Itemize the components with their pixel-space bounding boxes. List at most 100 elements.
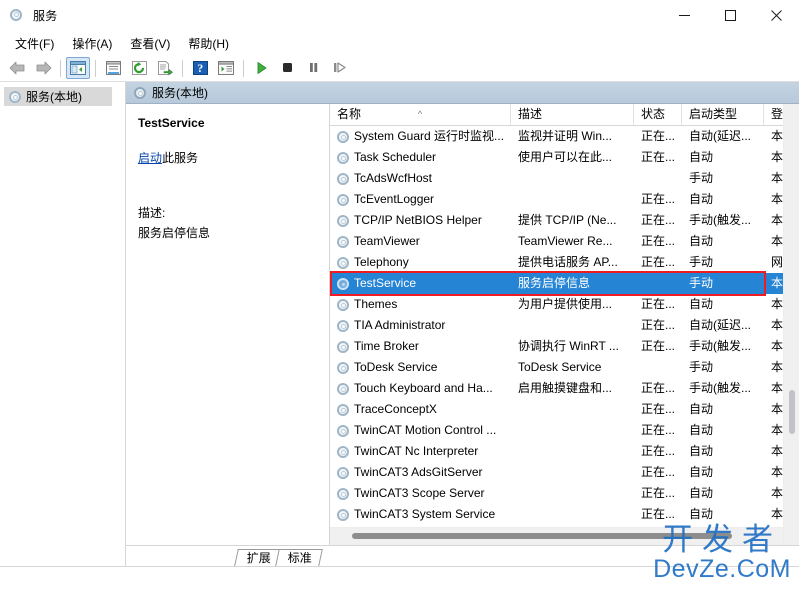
stop-service-button[interactable]: [275, 57, 299, 79]
toolbar-separator: [182, 59, 183, 77]
cell-status: 正在...: [641, 381, 676, 395]
cell-status: 正在...: [641, 234, 676, 248]
forward-button[interactable]: [31, 57, 55, 79]
table-row[interactable]: Themes为用户提供使用...正在...自动本地: [330, 294, 799, 315]
refresh-button[interactable]: [127, 57, 151, 79]
cell-description: 提供电话服务 AP...: [518, 255, 618, 269]
table-row[interactable]: Touch Keyboard and Ha... 启用触摸键盘和... 正在... 手…: [330, 378, 799, 399]
table-row[interactable]: TcEventLogger正在...自动本地: [330, 189, 799, 210]
service-details-pane: TestService 启动此服务 描述: 服务启停信息: [126, 104, 330, 545]
table-row[interactable]: TraceConceptX正在...自动本地: [330, 399, 799, 420]
services-gear-icon: [336, 361, 349, 374]
services-gear-icon: [336, 340, 349, 353]
cell-startup: 自动: [689, 234, 714, 248]
menu-view[interactable]: 查看(V): [121, 32, 179, 55]
column-header-description[interactable]: 描述: [511, 104, 634, 125]
cell-startup: 自动(延迟...: [689, 129, 751, 143]
maximize-button[interactable]: [707, 0, 753, 31]
service-name-text: TwinCAT3 AdsGitServer: [354, 465, 483, 479]
menu-file[interactable]: 文件(F): [6, 32, 63, 55]
main-area: 服务(本地) 服务(本地) TestService 启动此服务 描述: 服务启停…: [0, 82, 799, 566]
service-name-text: TeamViewer: [354, 234, 420, 248]
horizontal-scrollbar-thumb[interactable]: [352, 533, 732, 539]
service-name-text: TraceConceptX: [354, 402, 437, 416]
table-row[interactable]: System Guard 运行时监视... 监视并证明 Win... 正在... 自动…: [330, 126, 799, 147]
toolbar: ?: [0, 55, 799, 82]
help-button[interactable]: ?: [188, 57, 212, 79]
cell-description: 启用触摸键盘和...: [518, 381, 613, 395]
table-row[interactable]: TIA Administrator正在...自动(延迟...本地: [330, 315, 799, 336]
cell-name: TwinCAT Nc Interpreter: [330, 441, 511, 462]
services-gear-icon: [336, 424, 349, 437]
service-name-text: TcAdsWcfHost: [354, 171, 433, 185]
description-text: 服务启停信息: [138, 226, 211, 240]
cell-status: 正在...: [641, 318, 676, 332]
table-row[interactable]: Task Scheduler使用户可以在此...正在...自动本地: [330, 147, 799, 168]
cell-status: 正在...: [641, 465, 676, 479]
cell-status: 正在...: [641, 213, 676, 227]
export-list-button[interactable]: [153, 57, 177, 79]
tab-standard[interactable]: 标准: [275, 549, 323, 566]
minimize-button[interactable]: [661, 0, 707, 31]
status-bar: [0, 566, 799, 589]
start-service-link-row: 启动此服务: [138, 149, 319, 166]
table-row[interactable]: TeamViewerTeamViewer Re...正在...自动本地: [330, 231, 799, 252]
show-hide-console-tree-button[interactable]: [66, 57, 90, 79]
table-row[interactable]: TwinCAT Motion Control ...正在...自动本地: [330, 420, 799, 441]
close-button[interactable]: [753, 0, 799, 31]
column-header-startup-type[interactable]: 启动类型: [682, 104, 764, 125]
service-name-text: TwinCAT3 System Service: [354, 507, 496, 521]
cell-startup: 手动: [689, 360, 714, 374]
cell-startup: 自动: [689, 423, 714, 437]
cell-startup: 自动: [689, 297, 714, 311]
table-row[interactable]: TwinCAT Nc Interpreter正在...自动本地: [330, 441, 799, 462]
cell-startup: 自动: [689, 192, 714, 206]
vertical-scrollbar-thumb[interactable]: [789, 390, 795, 434]
service-name-text: TcEventLogger: [354, 192, 435, 206]
table-row[interactable]: TCP/IP NetBIOS Helper 提供 TCP/IP (Ne... 正在.…: [330, 210, 799, 231]
table-row[interactable]: TwinCAT3 System Service正在...自动本地: [330, 504, 799, 525]
table-row[interactable]: TwinCAT3 AdsGitServer正在...自动本地: [330, 462, 799, 483]
cell-name: TwinCAT Motion Control ...: [330, 420, 511, 441]
horizontal-scrollbar[interactable]: [330, 527, 799, 545]
table-row[interactable]: ToDesk ServiceToDesk Service手动本地: [330, 357, 799, 378]
services-gear-icon: [336, 298, 349, 311]
tree-item-services-local[interactable]: 服务(本地): [4, 87, 112, 106]
service-name-text: Task Scheduler: [354, 150, 437, 164]
cell-name: TeamViewer: [330, 231, 511, 252]
cell-startup: 自动: [689, 402, 714, 416]
back-button[interactable]: [5, 57, 29, 79]
services-gear-icon: [336, 256, 349, 269]
title-bar: 服务: [0, 0, 799, 31]
show-action-pane-button[interactable]: [214, 57, 238, 79]
cell-name: TcEventLogger: [330, 189, 511, 210]
vertical-scrollbar[interactable]: [783, 104, 799, 545]
cell-status: 正在...: [641, 486, 676, 500]
start-service-link[interactable]: 启动: [138, 151, 162, 165]
table-row[interactable]: TestService服务启停信息手动本地: [330, 273, 799, 294]
pause-service-button[interactable]: [301, 57, 325, 79]
column-header-name[interactable]: 名称 ^: [330, 104, 511, 125]
menu-action[interactable]: 操作(A): [63, 32, 121, 55]
table-row[interactable]: TcAdsWcfHost手动本地: [330, 168, 799, 189]
pane-header-title: 服务(本地): [152, 86, 208, 100]
services-gear-icon: [9, 8, 25, 24]
column-header-status[interactable]: 状态: [634, 104, 682, 125]
list-header: 名称 ^ 描述 状态 启动类型 登录: [330, 104, 799, 126]
services-gear-icon: [336, 403, 349, 416]
table-row[interactable]: Time Broker协调执行 WinRT ...正在...手动(触发...本地: [330, 336, 799, 357]
cell-startup: 手动: [689, 171, 714, 185]
properties-button[interactable]: [101, 57, 125, 79]
cell-startup: 自动: [689, 444, 714, 458]
menu-help[interactable]: 帮助(H): [179, 32, 238, 55]
start-service-button[interactable]: [249, 57, 273, 79]
table-row[interactable]: Telephony提供电话服务 AP...正在...手动网络: [330, 252, 799, 273]
start-service-link-suffix: 此服务: [162, 151, 199, 165]
services-gear-icon: [336, 466, 349, 479]
toolbar-separator: [243, 59, 244, 77]
restart-service-button[interactable]: [327, 57, 351, 79]
table-row[interactable]: TwinCAT3 Scope Server正在...自动本地: [330, 483, 799, 504]
toolbar-separator: [95, 59, 96, 77]
tab-extended-label: 扩展: [246, 551, 271, 565]
tab-standard-label: 标准: [287, 551, 312, 565]
